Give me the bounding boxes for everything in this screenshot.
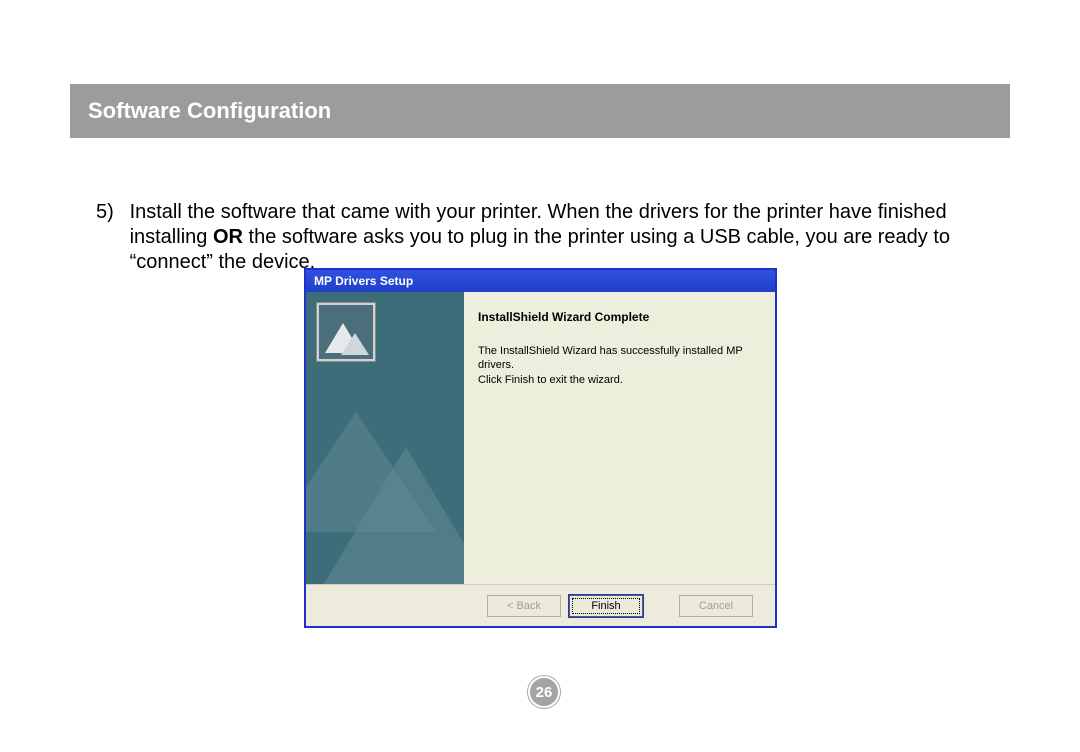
wizard-text-line1: The InstallShield Wizard has successfull…: [478, 345, 743, 371]
installer-dialog: MP Drivers Setup InstallShield Wizard Co…: [304, 268, 777, 628]
step-text-part2: the software asks you to plug in the pri…: [130, 226, 950, 273]
step-text: Install the software that came with your…: [130, 200, 990, 275]
instruction-step: 5) Install the software that came with y…: [96, 200, 996, 275]
dialog-content: InstallShield Wizard Complete The Instal…: [464, 292, 775, 587]
dialog-side-graphic: [306, 292, 464, 587]
cancel-button: Cancel: [679, 595, 753, 617]
wizard-text-line2: Click Finish to exit the wizard.: [478, 374, 623, 386]
step-number: 5): [96, 200, 124, 225]
wizard-complete-heading: InstallShield Wizard Complete: [478, 310, 649, 324]
dialog-button-row: < Back Finish Cancel: [306, 584, 775, 626]
page-number: 26: [528, 676, 560, 708]
dialog-body: InstallShield Wizard Complete The Instal…: [306, 292, 775, 626]
dialog-titlebar: MP Drivers Setup: [306, 270, 775, 292]
dialog-title: MP Drivers Setup: [314, 274, 413, 288]
triangle-decor-icon: [316, 447, 464, 587]
back-button: < Back: [487, 595, 561, 617]
finish-button[interactable]: Finish: [569, 595, 643, 617]
wizard-logo-icon: [316, 302, 376, 362]
step-text-bold: OR: [213, 226, 243, 248]
section-title: Software Configuration: [88, 98, 331, 124]
manual-page: Software Configuration 5) Install the so…: [0, 0, 1080, 752]
wizard-complete-text: The InstallShield Wizard has successfull…: [478, 344, 763, 387]
section-header: Software Configuration: [70, 84, 1010, 138]
